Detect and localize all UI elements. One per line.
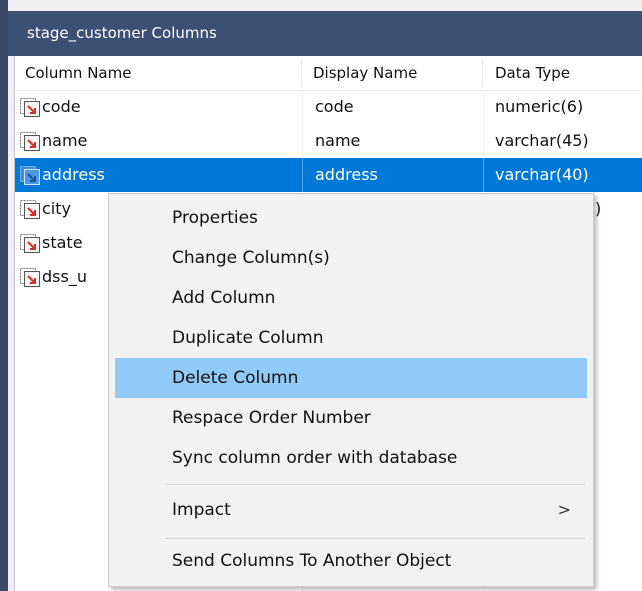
menu-item-sync-column-order[interactable]: Sync column order with database [115, 438, 587, 478]
header-separator[interactable] [301, 60, 302, 86]
header-separator[interactable] [482, 60, 483, 86]
menu-item-label: Properties [172, 208, 258, 228]
window-titlebar: stage_customer Columns [8, 11, 642, 56]
menu-item-send-columns[interactable]: Send Columns To Another Object [115, 541, 587, 581]
table-row[interactable]: name name varchar(45) [15, 124, 642, 158]
menu-separator [165, 538, 585, 539]
menu-item-label: Impact [172, 500, 231, 520]
menu-item-delete-column[interactable]: Delete Column [115, 358, 587, 398]
header-display-name[interactable]: Display Name [313, 56, 417, 90]
column-icon [20, 200, 40, 219]
cell-column-name: state [42, 233, 83, 252]
cell-data-type: varchar(45) [495, 131, 589, 150]
menu-item-impact[interactable]: Impact > [115, 490, 587, 530]
menu-item-label: Duplicate Column [172, 328, 324, 348]
context-menu: Properties Change Column(s) Add Column D… [108, 193, 594, 587]
header-data-type[interactable]: Data Type [495, 56, 570, 90]
cell-display-name: address [315, 165, 378, 184]
row-separator [302, 158, 303, 192]
menu-item-properties[interactable]: Properties [115, 198, 587, 238]
menu-item-label: Delete Column [172, 368, 299, 388]
cell-column-name: name [42, 131, 88, 150]
cell-column-name: code [42, 97, 81, 116]
menu-item-label: Sync column order with database [172, 448, 458, 468]
table-row-selected[interactable]: address address varchar(40) [15, 158, 642, 192]
window-title: stage_customer Columns [27, 24, 217, 42]
cell-column-name: address [42, 165, 105, 184]
column-icon [20, 234, 40, 253]
column-icon [20, 268, 40, 287]
header-column-name[interactable]: Column Name [25, 56, 131, 90]
column-icon [20, 166, 40, 185]
menu-item-respace-order-number[interactable]: Respace Order Number [115, 398, 587, 438]
menu-item-label: Change Column(s) [172, 248, 330, 268]
cell-column-name: dss_u [42, 267, 87, 286]
menu-item-duplicate-column[interactable]: Duplicate Column [115, 318, 587, 358]
menu-item-add-column[interactable]: Add Column [115, 278, 587, 318]
menu-separator [165, 484, 585, 485]
cell-data-type: ) [595, 199, 602, 218]
chevron-right-icon: > [557, 500, 571, 519]
row-separator [483, 158, 484, 192]
cell-data-type: numeric(6) [495, 97, 584, 116]
columns-list-header: Column Name Display Name Data Type [15, 56, 642, 91]
column-icon [20, 98, 40, 117]
menu-item-label: Add Column [172, 288, 276, 308]
column-window: stage_customer Columns Column Name Displ… [0, 0, 642, 591]
menu-item-label: Send Columns To Another Object [172, 551, 452, 571]
column-icon [20, 132, 40, 151]
cell-data-type: varchar(40) [495, 165, 589, 184]
table-row[interactable]: code code numeric(6) [15, 90, 642, 124]
menu-item-change-columns[interactable]: Change Column(s) [115, 238, 587, 278]
cell-column-name: city [42, 199, 71, 218]
menu-item-label: Respace Order Number [172, 408, 371, 428]
cell-display-name: name [315, 131, 361, 150]
cell-display-name: code [315, 97, 354, 116]
window-left-edge [0, 0, 8, 591]
